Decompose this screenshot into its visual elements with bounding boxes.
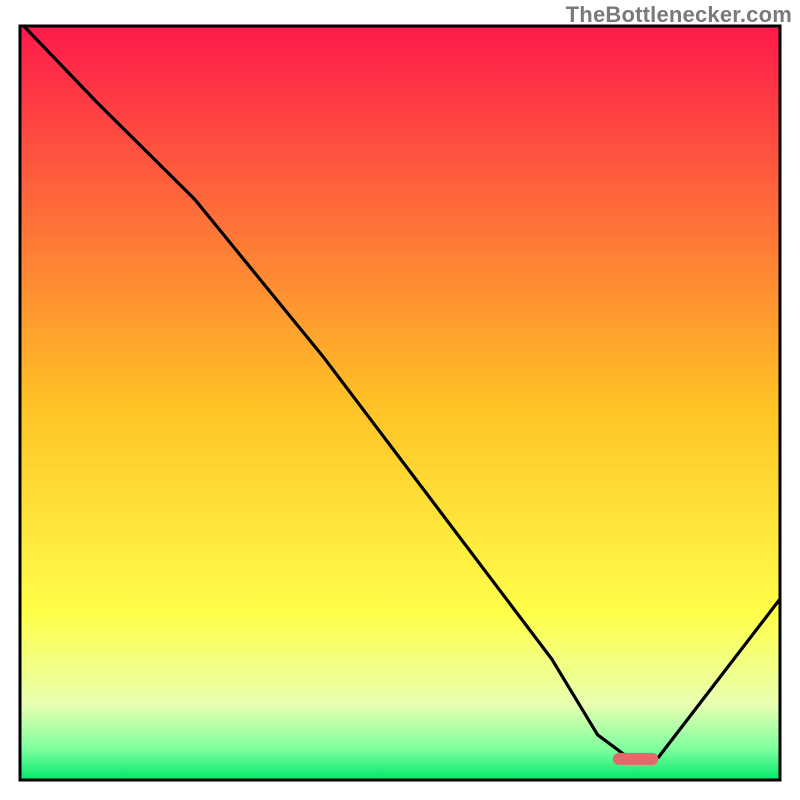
attribution-label: TheBottlenecker.com [566,2,792,28]
chart-container: { "attribution": "TheBottlenecker.com", … [0,0,800,800]
optimal-range-marker [613,753,659,765]
chart-svg [0,0,800,800]
plot-area [20,26,780,780]
